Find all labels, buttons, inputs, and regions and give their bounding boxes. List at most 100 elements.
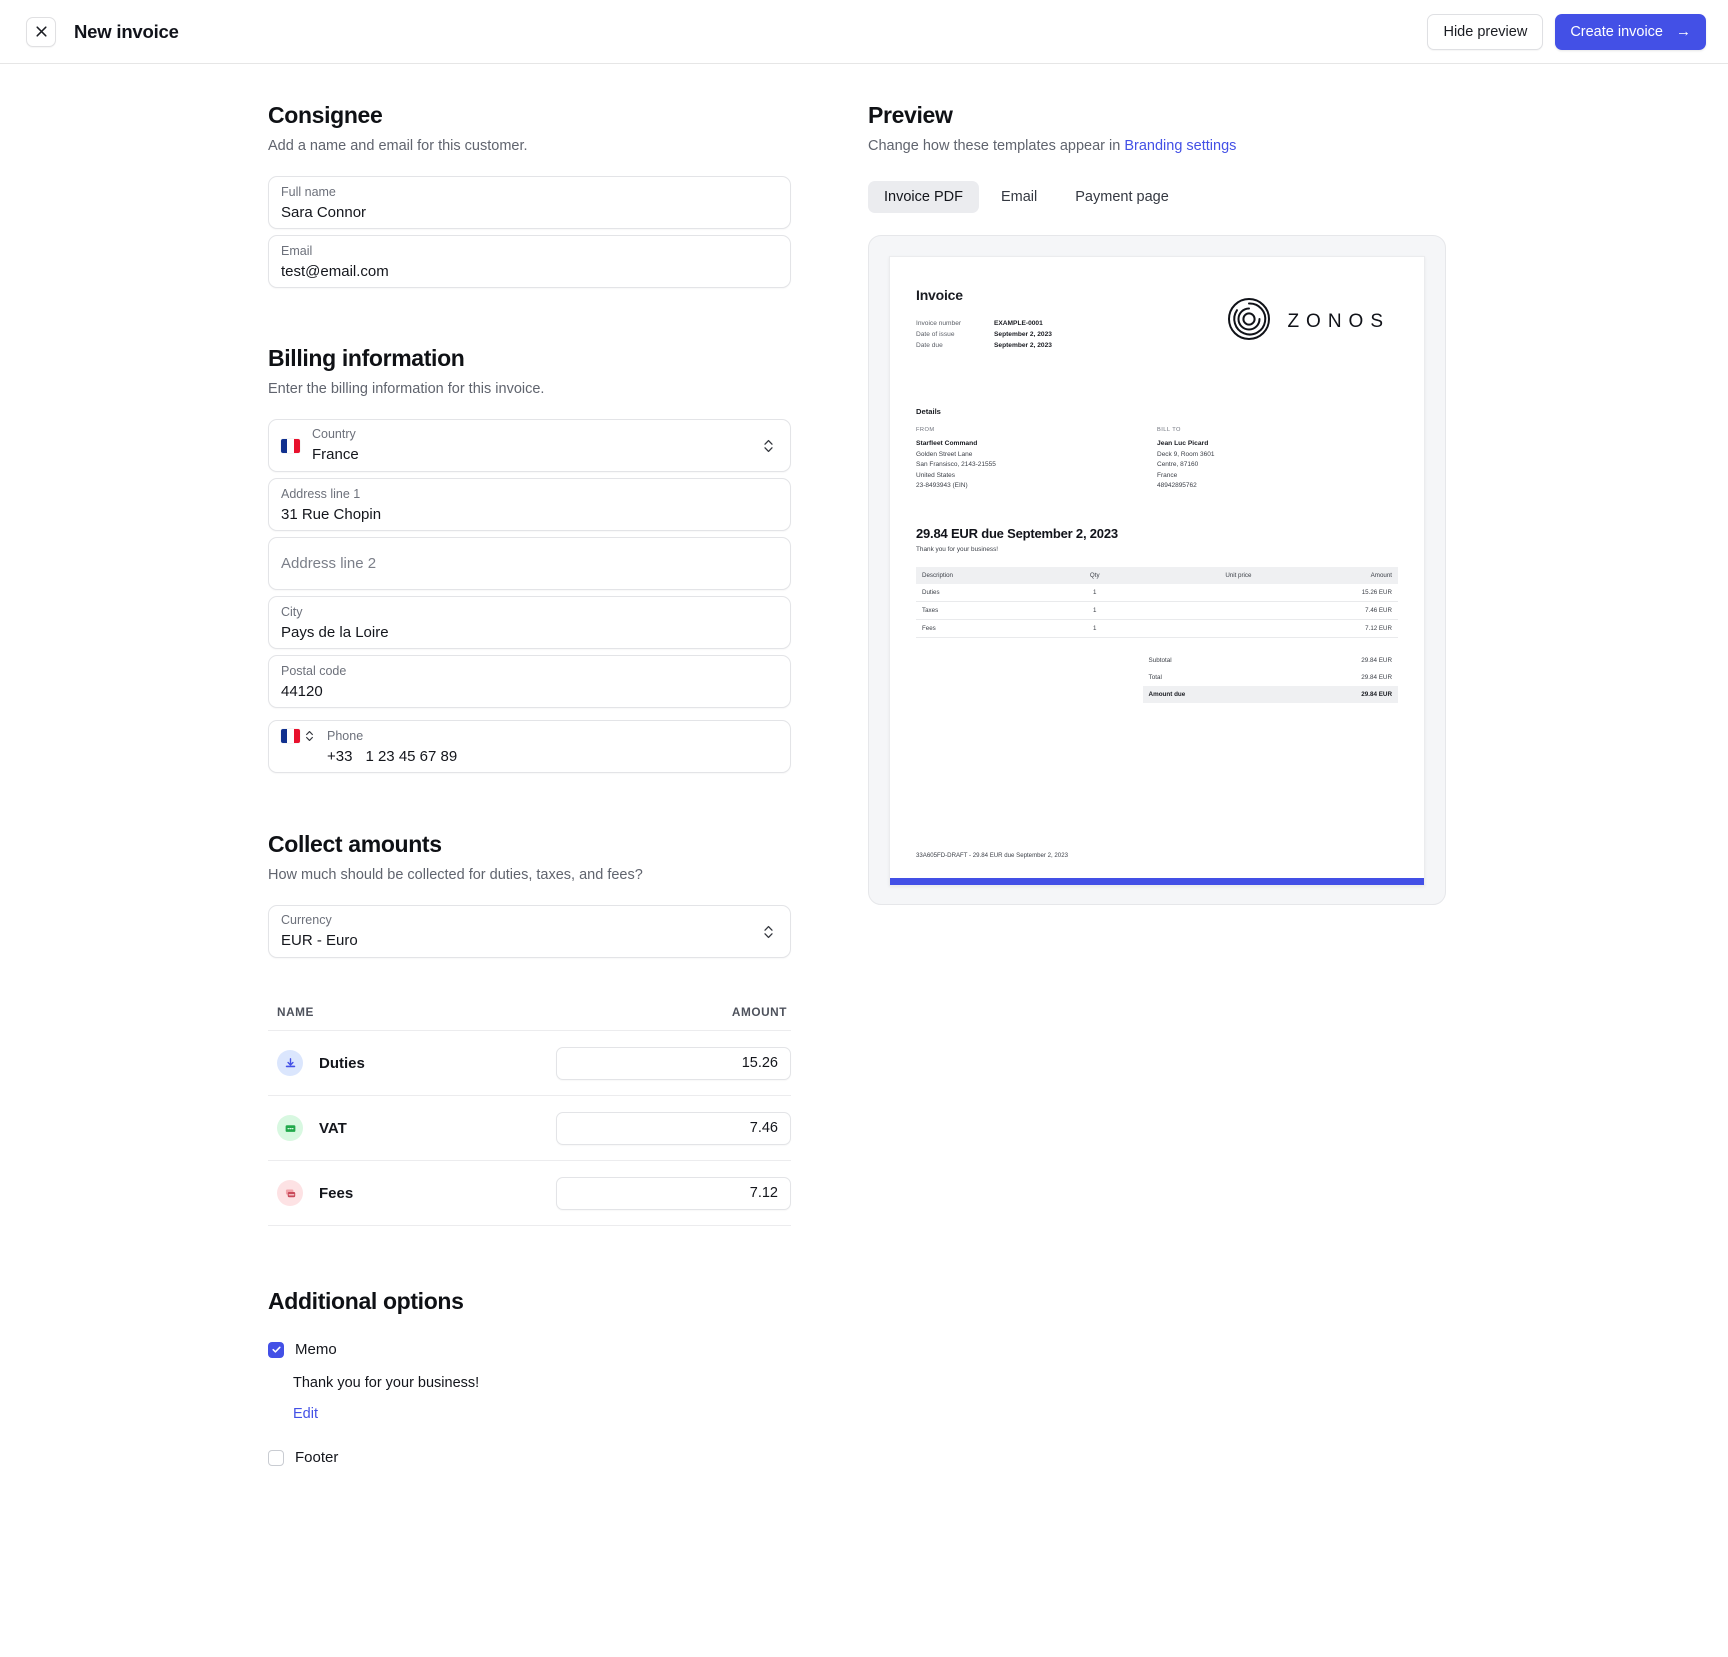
preview-subtitle: Change how these templates appear in Bra…: [868, 138, 1453, 154]
postal-code-label: Postal code: [281, 664, 347, 678]
full-name-field[interactable]: Full name Sara Connor: [268, 176, 791, 229]
preview-subtitle-text: Change how these templates appear in: [868, 138, 1125, 154]
invoice-accent-bar: [890, 878, 1424, 885]
amounts-table-header: NAME AMOUNT: [268, 1005, 791, 1031]
consignee-section: Consignee Add a name and email for this …: [268, 102, 791, 288]
address-line-1-field[interactable]: Address line 1 31 Rue Chopin: [268, 478, 791, 531]
list-item: Date of issue September 2, 2023: [916, 329, 1052, 340]
amount-row-name: VAT: [319, 1119, 347, 1137]
top-bar-actions: Hide preview Create invoice →: [1427, 13, 1706, 50]
amount-row-name: Duties: [319, 1054, 365, 1072]
amount-due-headline: 29.84 EUR due September 2, 2023: [916, 525, 1118, 541]
memo-option-row: Memo: [268, 1341, 791, 1358]
fees-stack-icon: [277, 1180, 303, 1206]
chevron-updown-icon: [763, 438, 774, 454]
memo-text: Thank you for your business!: [293, 1375, 480, 1391]
invoice-memo-text: Thank you for your business!: [916, 545, 999, 553]
branding-settings-link[interactable]: Branding settings: [1124, 138, 1236, 154]
invoice-number-value: EXAMPLE-0001: [994, 320, 1043, 327]
email-label: Email: [281, 244, 313, 258]
col-description: Description: [916, 566, 1059, 584]
vat-amount-input[interactable]: 7.46: [556, 1111, 791, 1145]
phone-field[interactable]: Phone +33 1 23 45 67 89: [268, 720, 791, 773]
duties-amount-value: 15.26: [741, 1055, 778, 1071]
phone-country-code: +33: [327, 748, 353, 765]
subtotal-row: Subtotal 29.84 EUR: [1143, 652, 1398, 669]
phone-country-selector[interactable]: [281, 729, 314, 743]
currency-select[interactable]: Currency EUR - Euro: [268, 905, 791, 958]
close-button[interactable]: [26, 16, 56, 47]
tab-invoice-pdf[interactable]: Invoice PDF: [868, 181, 979, 213]
postal-code-field[interactable]: Postal code 44120: [268, 655, 791, 708]
chevron-updown-icon: [305, 729, 314, 743]
address-line-1-value: 31 Rue Chopin: [281, 506, 382, 523]
row-description: Taxes: [916, 601, 1059, 620]
line-items-table: Description Qty Unit price Amount Duties…: [916, 566, 1398, 638]
hide-preview-button[interactable]: Hide preview: [1427, 13, 1544, 50]
fr-flag-icon: [281, 438, 300, 453]
postal-code-value: 44120: [281, 683, 323, 700]
date-due-value: September 2, 2023: [994, 342, 1052, 349]
billing-title: Billing information: [268, 345, 465, 371]
footer-checkbox[interactable]: [268, 1449, 284, 1466]
invoice-doc-footer: 33A605FD-DRAFT - 29.84 EUR due September…: [916, 852, 1068, 859]
total-row: Total 29.84 EUR: [1143, 669, 1398, 686]
email-field[interactable]: Email test@email.com: [268, 235, 791, 288]
currency-label: Currency: [281, 913, 332, 927]
full-name-value: Sara Connor: [281, 204, 367, 221]
memo-label: Memo: [295, 1341, 337, 1358]
duties-amount-input[interactable]: 15.26: [556, 1046, 791, 1080]
invoice-number-label: Invoice number: [916, 320, 962, 327]
bill-to-line: Deck 9, Room 3601: [1157, 450, 1215, 458]
invoice-preview-frame: Invoice Invoice number EXAMPLE-0001 Date…: [868, 235, 1446, 905]
country-label: Country: [312, 427, 356, 441]
arrow-right-icon: →: [1676, 23, 1691, 40]
row-unit-price: [1130, 619, 1258, 638]
full-name-label: Full name: [281, 185, 336, 199]
fees-amount-input[interactable]: 7.12: [556, 1176, 791, 1210]
phone-number-value: 1 23 45 67 89: [365, 748, 458, 765]
address-columns: FROM Starfleet Command Golden Street Lan…: [916, 427, 1398, 492]
row-description: Fees: [916, 619, 1059, 638]
from-kicker: FROM: [916, 427, 935, 433]
amount-due-label: Amount due: [1148, 690, 1186, 698]
country-value: France: [312, 446, 359, 463]
zonos-wordmark: ZONOS: [1287, 310, 1390, 332]
tab-payment-page[interactable]: Payment page: [1059, 181, 1185, 213]
zonos-spiral-logo-icon: [1227, 297, 1271, 346]
row-amount: 7.12 EUR: [1257, 619, 1398, 638]
from-line: United States: [916, 471, 956, 479]
fees-amount-value: 7.12: [749, 1185, 778, 1201]
date-of-issue-value: September 2, 2023: [994, 331, 1052, 338]
row-qty: 1: [1058, 583, 1131, 602]
preview-tabs: Invoice PDF Email Payment page: [868, 181, 1453, 213]
list-item: Date due September 2, 2023: [916, 340, 1052, 351]
bill-to-name: Jean Luc Picard: [1157, 440, 1209, 447]
chevron-updown-icon: [763, 924, 774, 940]
form-column: Consignee Add a name and email for this …: [268, 102, 791, 1466]
billing-section: Billing information Enter the billing in…: [268, 345, 791, 773]
memo-edit-link[interactable]: Edit: [293, 1406, 791, 1422]
bill-to-address-block: BILL TO Jean Luc Picard Deck 9, Room 360…: [1157, 427, 1398, 492]
tab-email[interactable]: Email: [985, 181, 1053, 213]
table-row: Duties 15.26: [268, 1031, 791, 1096]
currency-value: EUR - Euro: [281, 932, 358, 949]
bill-to-kicker: BILL TO: [1157, 427, 1181, 433]
hide-preview-label: Hide preview: [1443, 23, 1528, 40]
city-field[interactable]: City Pays de la Loire: [268, 596, 791, 649]
collect-amounts-subtitle: How much should be collected for duties,…: [268, 867, 643, 883]
preview-column: Preview Change how these templates appea…: [868, 102, 1453, 1466]
memo-checkbox[interactable]: [268, 1341, 284, 1358]
country-select[interactable]: Country France: [268, 419, 791, 472]
address-line-2-field[interactable]: Address line 2: [268, 537, 791, 590]
footer-option-row: Footer: [268, 1449, 791, 1466]
create-invoice-button[interactable]: Create invoice →: [1555, 13, 1706, 50]
page-title: New invoice: [74, 20, 179, 42]
address-line-2-placeholder: Address line 2: [281, 555, 377, 572]
footer-label: Footer: [295, 1449, 339, 1466]
bill-to-line: Centre, 87160: [1157, 461, 1199, 468]
total-label: Total: [1148, 673, 1162, 681]
subtotal-label: Subtotal: [1148, 656, 1172, 664]
date-due-label: Date due: [916, 342, 943, 349]
address-line-1-label: Address line 1: [281, 487, 361, 501]
